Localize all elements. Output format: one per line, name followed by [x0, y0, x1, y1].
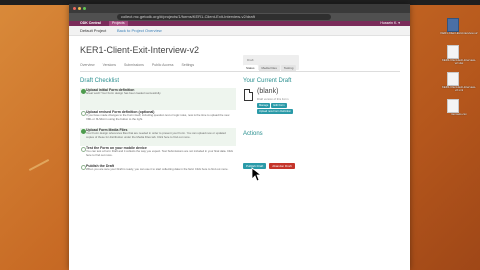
upload-definition-button[interactable]: Upload new Form Definition	[257, 109, 294, 114]
checklist-heading: Draft Checklist	[80, 78, 120, 84]
check-done-icon	[81, 89, 86, 94]
address-bar[interactable]: collect.mc.getodk.org/#/projects/1/forms…	[117, 14, 331, 20]
actions-row: Publish Draft Abandon Draft	[243, 163, 295, 169]
browser-tabstrip	[69, 4, 410, 13]
desktop-icons: KER1-Client-Exit-Interview-v2 KER1-Clien…	[439, 18, 479, 126]
desktop-file[interactable]: KER1-Client-Exit-Interview-v2	[439, 18, 479, 43]
checklist-item-desc: If you have made changes to the Form its…	[86, 113, 230, 121]
window-controls	[73, 7, 86, 10]
desktop-file-label: itemsets.csv	[451, 112, 467, 116]
folder-icon	[447, 18, 459, 32]
divider	[80, 71, 400, 72]
back-to-project-link[interactable]: Back to Project Overview	[117, 26, 162, 35]
tab-settings[interactable]: Settings	[181, 63, 194, 67]
desktop-file-label: KER1-Client-Exit-Interview-v2	[440, 31, 478, 35]
checklist-item-desc: When you are sure your Draft is ready, y…	[86, 167, 229, 171]
minimize-window-icon[interactable]	[78, 7, 81, 10]
check-pending-icon	[81, 147, 86, 152]
check-pending-icon	[81, 111, 86, 116]
browser-toolbar: collect.mc.getodk.org/#/projects/1/forms…	[69, 13, 410, 21]
form-nav-tabs: Overview Versions Submissions Public Acc…	[80, 63, 194, 67]
document-icon	[447, 45, 459, 59]
desktop-file[interactable]: itemsets.csv	[439, 99, 479, 124]
close-window-icon[interactable]	[73, 7, 76, 10]
current-draft-card: (blank) Draft version of this Form Manag…	[243, 88, 353, 124]
desktop-file[interactable]: KER1-Client-Exit-Interview-v2.xml	[439, 72, 479, 97]
draft-version: Draft version of this Form	[257, 97, 289, 101]
abandon-draft-button[interactable]: Abandon Draft	[269, 163, 295, 169]
desktop-file-label: KER1-Client-Exit-Interview-v2.xml	[441, 85, 477, 93]
draft-state-label: Draft	[247, 58, 254, 62]
tab-public-access[interactable]: Public Access	[152, 63, 174, 67]
checklist-item-desc: You can test a Form Draft and it collect…	[86, 149, 234, 157]
check-pending-icon	[81, 165, 86, 170]
document-icon	[447, 99, 459, 113]
manage-button[interactable]: Manage	[257, 103, 271, 108]
checklist-item: Upload initial Form definition Great wor…	[80, 88, 236, 110]
draft-name: (blank)	[257, 88, 279, 95]
page-title: KER1-Client-Exit-Interview-v2	[80, 45, 200, 55]
file-icon	[244, 89, 253, 101]
browser-window: collect.mc.getodk.org/#/projects/1/forms…	[69, 4, 410, 270]
current-draft-heading: Your Current Draft	[243, 78, 292, 84]
tab-submissions[interactable]: Submissions	[124, 63, 144, 67]
edit-form-button[interactable]: Edit Form	[271, 103, 287, 108]
breadcrumb-project[interactable]: Default Project	[80, 26, 106, 35]
checklist-item-desc: Great work! Your Form design has been lo…	[86, 91, 162, 95]
checklist-item: Test the Form on your mobile device You …	[80, 146, 236, 164]
tab-versions[interactable]: Versions	[103, 63, 116, 67]
checklist-item-desc: Your Form design references files that a…	[86, 131, 226, 139]
desktop-file[interactable]: KER1-Client-Exit-Interview-v2.xlsx	[439, 45, 479, 70]
actions-heading: Actions	[243, 131, 263, 137]
checklist-item: Publish the Draft When you are sure your…	[80, 164, 236, 182]
desktop-file-label: KER1-Client-Exit-Interview-v2.xlsx	[441, 58, 477, 66]
document-icon	[447, 72, 459, 86]
zoom-window-icon[interactable]	[83, 7, 86, 10]
mouse-pointer-icon	[251, 167, 263, 182]
page-subheader: Default Project Back to Project Overview	[69, 26, 410, 36]
check-done-icon	[81, 129, 86, 134]
tab-overview[interactable]: Overview	[80, 63, 95, 67]
draft-button-row: Upload new Form Definition	[257, 109, 294, 114]
draft-checklist: Upload initial Form definition Great wor…	[80, 88, 236, 182]
draft-button-row: Manage Edit Form	[257, 103, 287, 108]
checklist-item: Upload Form Media Files Your Form design…	[80, 128, 236, 146]
checklist-item: Upload revised Form definition (optional…	[80, 110, 236, 128]
